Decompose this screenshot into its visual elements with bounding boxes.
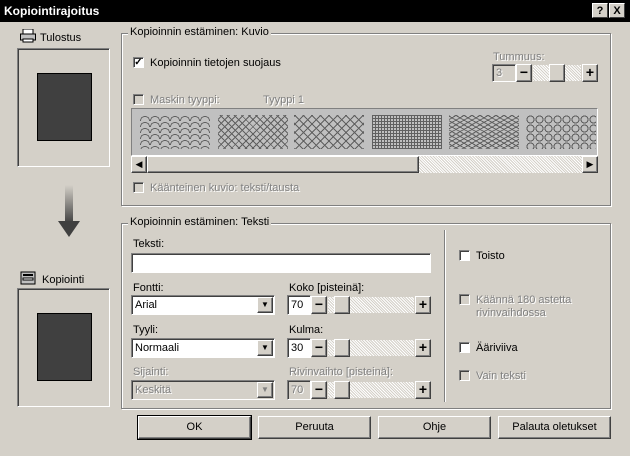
tummuus-label: Tummuus: [493, 51, 545, 63]
tummuus-value: 3 [492, 64, 516, 82]
tummuus-minus-button[interactable]: − [516, 64, 532, 82]
printer-icon [20, 28, 36, 43]
chevron-down-icon[interactable]: ▼ [257, 340, 273, 356]
sijainti-select[interactable]: Keskitä ▼ [131, 380, 275, 400]
kulma-plus-button[interactable]: + [415, 339, 431, 357]
kulma-value: 30 [287, 338, 311, 358]
vain-teksti-label: Vain teksti [476, 370, 526, 382]
chevron-down-icon[interactable]: ▼ [257, 297, 273, 313]
chevron-down-icon[interactable]: ▼ [257, 382, 273, 398]
tulostus-label: Tulostus [40, 32, 82, 44]
group-divider [444, 230, 446, 402]
kaanna-checkbox[interactable] [459, 294, 470, 305]
help-title-button[interactable]: ? [592, 3, 608, 18]
koko-minus-button[interactable]: − [311, 296, 327, 314]
scroll-thumb[interactable] [147, 156, 419, 173]
teksti-input[interactable] [131, 253, 431, 273]
kulma-label: Kulma: [289, 324, 324, 336]
protect-label: Kopioinnin tietojen suojaus [150, 57, 281, 69]
rivinvaihto-minus-button[interactable]: − [311, 381, 327, 399]
mask-value: Tyyppi 1 [263, 94, 304, 106]
scroll-right-button[interactable]: ▶ [582, 156, 598, 173]
inverse-checkbox[interactable] [133, 182, 144, 193]
kulma-slider-thumb[interactable] [334, 339, 350, 357]
rivinvaihto-label: Rivinvaihto [pisteinä]: [289, 366, 393, 378]
kopiointi-label: Kopiointi [42, 274, 85, 286]
vain-teksti-checkbox[interactable] [459, 370, 470, 381]
koko-label: Koko [pisteinä]: [289, 282, 365, 294]
kulma-minus-button[interactable]: − [311, 339, 327, 357]
protect-checkbox[interactable]: ✓ [133, 57, 144, 68]
rivinvaihto-slider-thumb[interactable] [334, 381, 350, 399]
aariviiva-checkbox[interactable] [459, 342, 470, 353]
fontti-select[interactable]: Arial ▼ [131, 295, 275, 315]
pattern-list[interactable] [131, 108, 598, 156]
pattern-swatch-5[interactable] [449, 115, 519, 149]
tulostus-preview [17, 48, 110, 167]
teksti-label: Teksti: [133, 238, 165, 250]
cancel-button[interactable]: Peruuta [258, 416, 371, 439]
arrow-down-icon [58, 185, 80, 239]
inverse-label: Käänteinen kuvio: teksti/tausta [150, 182, 300, 194]
kaanna-label-1: Käännä 180 astetta [476, 294, 572, 306]
tummuus-slider-thumb[interactable] [549, 64, 565, 82]
title-bar: Kopiointirajoitus ? X [0, 0, 630, 22]
document-preview [37, 313, 92, 381]
rivinvaihto-value: 70 [287, 380, 311, 400]
document-preview [37, 73, 92, 141]
sijainti-label: Sijainti: [133, 366, 169, 378]
kopiointi-preview [17, 288, 110, 407]
toisto-checkbox[interactable] [459, 250, 470, 261]
koko-slider-thumb[interactable] [334, 296, 350, 314]
ok-button[interactable]: OK [137, 415, 252, 440]
pattern-swatch-2[interactable] [218, 115, 288, 149]
toisto-label: Toisto [476, 250, 505, 262]
pattern-swatch-4[interactable] [372, 115, 442, 149]
mask-checkbox[interactable] [133, 94, 144, 105]
mask-label: Maskin tyyppi: [150, 94, 220, 106]
copier-icon [20, 271, 36, 285]
window-title: Kopiointirajoitus [4, 4, 100, 18]
text-legend: Kopioinnin estäminen: Teksti [128, 216, 272, 228]
rivinvaihto-plus-button[interactable]: + [415, 381, 431, 399]
scroll-left-button[interactable]: ◀ [131, 156, 147, 173]
kaanna-label-2: rivinvaihdossa [476, 307, 546, 319]
help-button[interactable]: Ohje [378, 416, 491, 439]
pattern-scrollbar[interactable]: ◀ ▶ [131, 156, 598, 173]
tyyli-select[interactable]: Normaali ▼ [131, 338, 275, 358]
tyyli-label: Tyyli: [133, 324, 159, 336]
tummuus-plus-button[interactable]: + [582, 64, 598, 82]
pattern-swatch-3[interactable] [294, 115, 364, 149]
aariviiva-label: Ääriviiva [476, 342, 518, 354]
pattern-legend: Kopioinnin estäminen: Kuvio [128, 26, 271, 38]
fontti-label: Fontti: [133, 282, 164, 294]
close-title-button[interactable]: X [609, 3, 625, 18]
reset-defaults-button[interactable]: Palauta oletukset [498, 416, 611, 439]
koko-value: 70 [287, 295, 311, 315]
pattern-swatch-1[interactable] [140, 115, 210, 149]
pattern-swatch-6[interactable] [526, 115, 596, 149]
koko-plus-button[interactable]: + [415, 296, 431, 314]
